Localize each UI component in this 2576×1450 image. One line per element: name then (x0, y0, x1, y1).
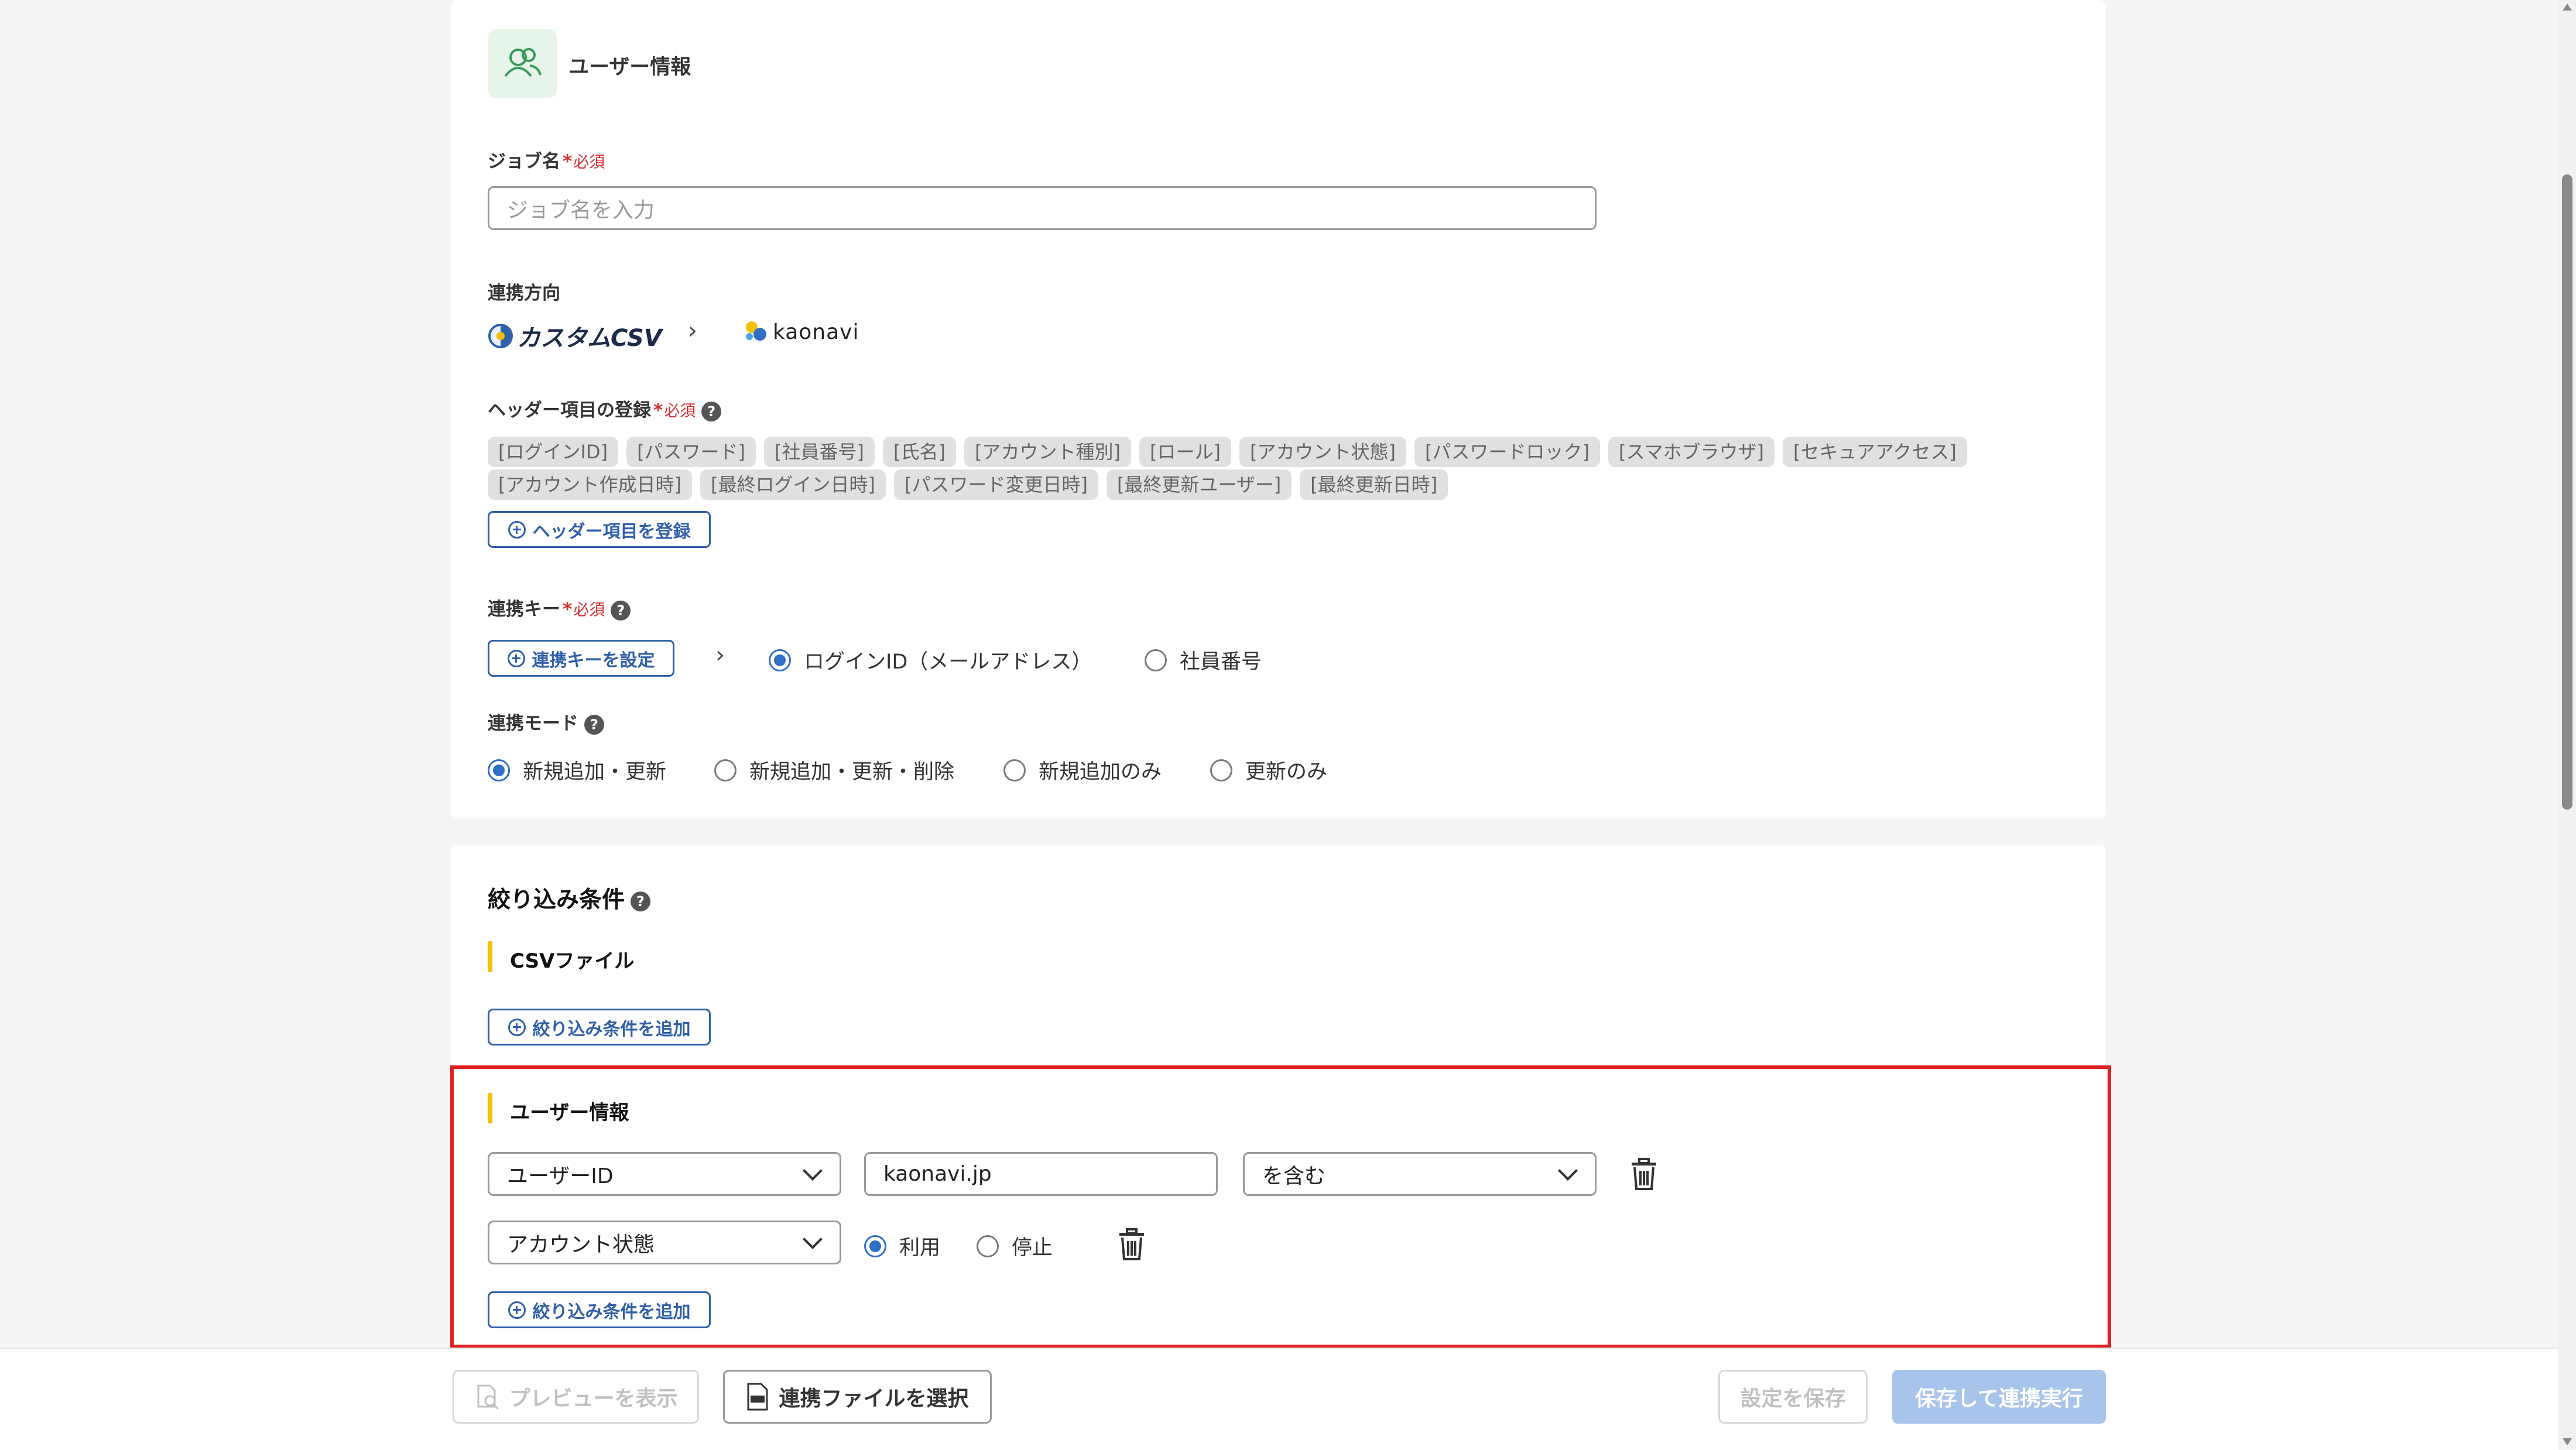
header-chip: [パスワード] (626, 437, 756, 467)
job-name-placeholder: ジョブ名を入力 (507, 198, 655, 222)
header-chip: [氏名] (883, 437, 957, 467)
custom-csv-logo-icon (488, 324, 513, 348)
filter-help-icon[interactable]: ? (631, 891, 651, 911)
csv-add-filter-button[interactable]: 絞り込み条件を追加 (488, 1009, 711, 1045)
direction-arrow-icon: › (688, 317, 697, 344)
header-chip: [セキュアアクセス] (1782, 437, 1967, 467)
header-chip: [アカウント作成日時] (488, 469, 692, 500)
header-chip: [アカウント種別] (964, 437, 1131, 467)
filter-title: 絞り込み条件? (488, 882, 651, 914)
radio-selected[interactable] (864, 1235, 886, 1257)
radio-unselected[interactable] (714, 759, 737, 781)
preview-icon (477, 1384, 499, 1410)
radio-unselected[interactable] (977, 1235, 999, 1257)
header-chip: [社員番号] (764, 437, 875, 467)
save-and-run-button[interactable]: 保存して連携実行 (1892, 1370, 2106, 1424)
chevron-down-icon (1558, 1160, 1578, 1181)
job-name-label: ジョブ名 *必須 (488, 151, 605, 172)
radio-unselected[interactable] (1210, 759, 1232, 781)
vertical-scrollbar[interactable] (2558, 0, 2576, 1449)
users-icon (504, 48, 542, 77)
filter-operator-select[interactable]: を含む (1243, 1152, 1597, 1196)
plus-circle-icon (508, 520, 526, 539)
scroll-up-arrow-icon[interactable] (2563, 4, 2572, 11)
header-chip: [スマホブラウザ] (1608, 437, 1775, 467)
header-chip: [パスワード変更日時] (893, 469, 1098, 500)
status-option-active[interactable]: 利用 (864, 1231, 940, 1261)
status-option-stopped[interactable]: 停止 (977, 1231, 1053, 1261)
custom-csv-text: カスタムCSV (517, 325, 662, 352)
header-chip: [パスワードロック] (1414, 437, 1600, 467)
direction-target: kaonavi (742, 319, 859, 345)
user-section-bar (488, 1093, 492, 1123)
header-chip: [ロール] (1139, 437, 1231, 467)
header-chip: [アカウント状態] (1239, 437, 1406, 467)
key-option-employee-no[interactable]: 社員番号 (1145, 645, 1262, 675)
footer-bar (0, 1348, 2558, 1450)
radio-unselected[interactable] (1145, 649, 1167, 671)
filter-field-select-2[interactable]: アカウント状態 (488, 1221, 841, 1264)
header-chips-row-1: [ログインID] [パスワード] [社員番号] [氏名] [アカウント種別] [ロール] [… (488, 437, 1975, 467)
direction-label: 連携方向 (488, 283, 560, 304)
key-arrow-icon: › (715, 642, 725, 669)
preview-button[interactable]: プレビューを表示 (453, 1370, 699, 1424)
key-label: 連携キー *必須? (488, 594, 631, 621)
radio-selected[interactable] (488, 759, 510, 781)
mode-option-add-update-delete[interactable]: 新規追加・更新・削除 (714, 755, 954, 785)
header-chip: [ログインID] (488, 437, 619, 467)
trash-icon[interactable] (1629, 1158, 1659, 1191)
trash-icon[interactable] (1117, 1228, 1146, 1261)
user-icon-tile (488, 29, 557, 98)
job-name-input[interactable]: ジョブ名を入力 (488, 186, 1597, 230)
csv-section-bar (488, 941, 492, 972)
chevron-down-icon (803, 1160, 823, 1181)
radio-selected[interactable] (769, 649, 791, 671)
header-help-icon[interactable]: ? (701, 401, 722, 421)
plus-circle-icon (508, 1301, 526, 1319)
filter-value-input[interactable]: kaonavi.jp (864, 1152, 1218, 1196)
header-chip: [最終更新ユーザー] (1106, 469, 1292, 500)
header-items-label: ヘッダー項目の登録 *必須? (488, 395, 722, 421)
register-header-button[interactable]: ヘッダー項目を登録 (488, 511, 711, 548)
header-chip: [最終更新日時] (1300, 469, 1448, 500)
kaonavi-logo-icon (746, 321, 766, 341)
kaonavi-text: kaonavi (773, 320, 859, 344)
user-add-filter-button[interactable]: 絞り込み条件を追加 (488, 1291, 711, 1328)
key-help-icon[interactable]: ? (611, 600, 631, 621)
chevron-down-icon (803, 1229, 823, 1249)
mode-option-update-only[interactable]: 更新のみ (1210, 755, 1327, 785)
csv-file-icon (747, 1383, 768, 1411)
mode-option-add-only[interactable]: 新規追加のみ (1003, 755, 1162, 785)
mode-label: 連携モード? (488, 708, 604, 735)
csv-section-title: CSVファイル (510, 949, 635, 973)
user-info-title: ユーザー情報 (568, 56, 691, 79)
set-key-button[interactable]: 連携キーを設定 (488, 640, 674, 677)
scrollbar-thumb[interactable] (2562, 174, 2572, 810)
plus-circle-icon (508, 1018, 526, 1036)
mode-help-icon[interactable]: ? (584, 714, 604, 735)
header-chips-row-2: [アカウント作成日時] [最終ログイン日時] [パスワード変更日時] [最終更新ユーザ… (488, 469, 1456, 500)
header-chip: [最終ログイン日時] (700, 469, 886, 500)
radio-unselected[interactable] (1003, 759, 1026, 781)
direction-source: カスタムCSV (488, 319, 662, 353)
filter-field-select-1[interactable]: ユーザーID (488, 1152, 841, 1196)
mode-option-add-update[interactable]: 新規追加・更新 (488, 755, 666, 785)
save-settings-button[interactable]: 設定を保存 (1718, 1370, 1868, 1424)
plus-circle-icon (507, 649, 525, 667)
select-file-button[interactable]: 連携ファイルを選択 (723, 1370, 992, 1424)
scroll-down-arrow-icon[interactable] (2563, 1438, 2572, 1445)
user-section-title: ユーザー情報 (510, 1101, 629, 1125)
key-option-login-id[interactable]: ログインID（メールアドレス） (769, 645, 1092, 675)
